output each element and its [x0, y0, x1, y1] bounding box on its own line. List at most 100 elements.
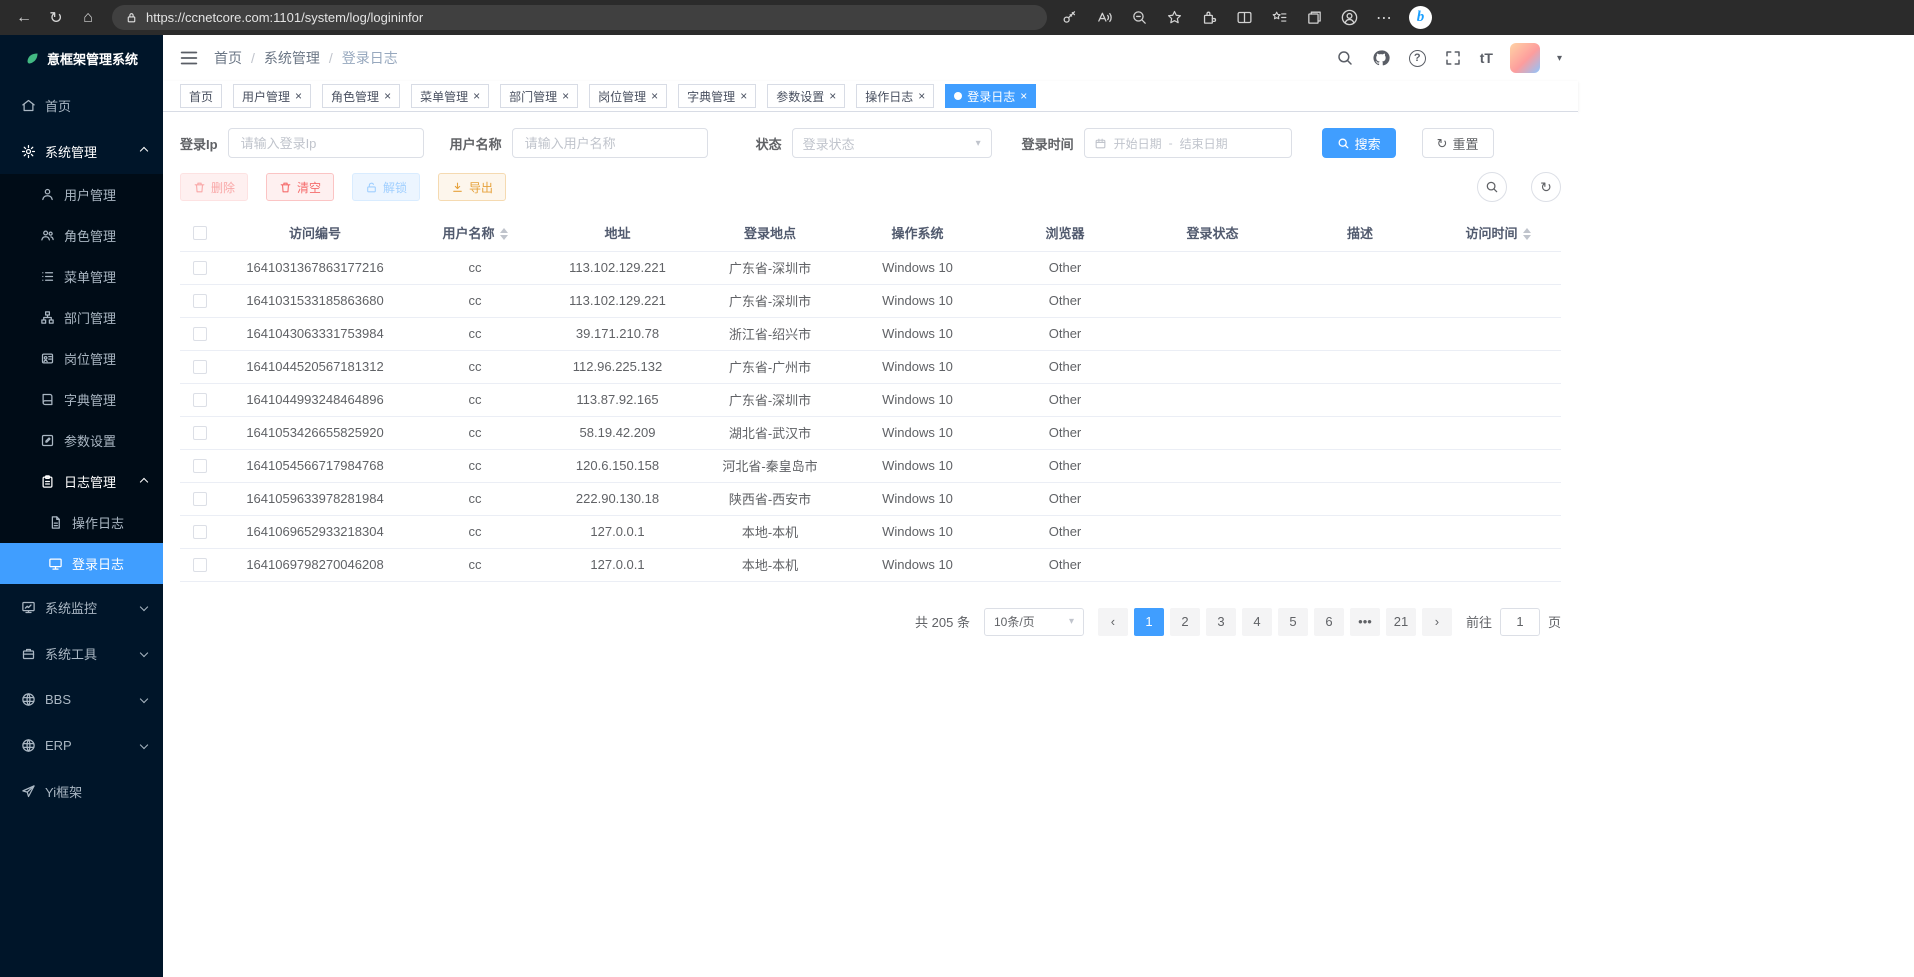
- browser-back-button[interactable]: ←: [8, 4, 40, 32]
- sidebar-item-loginlog[interactable]: 登录日志: [0, 543, 163, 584]
- sidebar-item-monitor[interactable]: 系统监控: [0, 584, 163, 630]
- sidebar-item-menu[interactable]: 菜单管理: [0, 256, 163, 297]
- zoom-icon[interactable]: [1129, 8, 1149, 28]
- cell-browser: Other: [990, 350, 1140, 383]
- page-size-select[interactable]: 10条/页 ▾: [984, 608, 1084, 636]
- tab-operlog[interactable]: 操作日志×: [856, 84, 934, 108]
- tab-close-icon[interactable]: ×: [295, 90, 302, 102]
- extensions-icon[interactable]: [1199, 8, 1219, 28]
- sidebar-item-dept[interactable]: 部门管理: [0, 297, 163, 338]
- row-checkbox[interactable]: [193, 360, 207, 374]
- sidebar-item-param[interactable]: 参数设置: [0, 420, 163, 461]
- tab-close-icon[interactable]: ×: [918, 90, 925, 102]
- tab-role[interactable]: 角色管理×: [322, 84, 400, 108]
- split-screen-icon[interactable]: [1234, 8, 1254, 28]
- sidebar-toggle-button[interactable]: [178, 47, 200, 69]
- sidebar-item-home[interactable]: 首页: [0, 82, 163, 128]
- delete-button[interactable]: 删除: [180, 173, 248, 201]
- tab-close-icon[interactable]: ×: [829, 90, 836, 102]
- sidebar-item-tool[interactable]: 系统工具: [0, 630, 163, 676]
- tab-close-icon[interactable]: ×: [384, 90, 391, 102]
- tab-loginlog-active[interactable]: 登录日志×: [945, 84, 1036, 108]
- goto-page-input[interactable]: [1500, 608, 1540, 636]
- app-logo[interactable]: 意框架管理系统: [0, 35, 163, 82]
- tab-close-icon[interactable]: ×: [651, 90, 658, 102]
- refresh-table-button[interactable]: ↻: [1531, 172, 1561, 202]
- sidebar-item-bbs[interactable]: BBS: [0, 676, 163, 722]
- reset-button[interactable]: ↻ 重置: [1422, 128, 1494, 158]
- next-page-button[interactable]: ›: [1422, 608, 1452, 636]
- unlock-button[interactable]: 解锁: [352, 173, 420, 201]
- browser-settings-more-icon[interactable]: ⋯: [1374, 8, 1394, 28]
- sidebar-item-post[interactable]: 岗位管理: [0, 338, 163, 379]
- row-checkbox[interactable]: [193, 525, 207, 539]
- page-button-2[interactable]: 2: [1170, 608, 1200, 636]
- sidebar-item-erp[interactable]: ERP: [0, 722, 163, 768]
- add-favorite-icon[interactable]: [1164, 8, 1184, 28]
- font-size-icon[interactable]: tT: [1480, 50, 1493, 66]
- row-checkbox[interactable]: [193, 327, 207, 341]
- tab-close-icon[interactable]: ×: [740, 90, 747, 102]
- sidebar-item-yi[interactable]: Yi框架: [0, 768, 163, 814]
- row-checkbox[interactable]: [193, 294, 207, 308]
- sort-carets[interactable]: [1523, 228, 1531, 240]
- export-button[interactable]: 导出: [438, 173, 506, 201]
- search-icon[interactable]: [1336, 49, 1355, 68]
- date-range-picker[interactable]: 开始日期 - 结束日期: [1084, 128, 1292, 158]
- read-aloud-icon[interactable]: [1094, 8, 1114, 28]
- fullscreen-icon[interactable]: [1444, 49, 1463, 68]
- row-checkbox[interactable]: [193, 459, 207, 473]
- tab-menu[interactable]: 菜单管理×: [411, 84, 489, 108]
- tab-close-icon[interactable]: ×: [1020, 90, 1027, 102]
- login-ip-input[interactable]: [228, 128, 424, 158]
- page-button-6[interactable]: 6: [1314, 608, 1344, 636]
- user-avatar[interactable]: [1510, 43, 1540, 73]
- avatar-caret-icon[interactable]: ▾: [1557, 53, 1562, 64]
- password-key-icon[interactable]: [1059, 8, 1079, 28]
- sidebar-item-log[interactable]: 日志管理: [0, 461, 163, 502]
- page-button-5[interactable]: 5: [1278, 608, 1308, 636]
- row-checkbox[interactable]: [193, 492, 207, 506]
- address-bar[interactable]: https://ccnetcore.com:1101/system/log/lo…: [112, 5, 1047, 30]
- sort-carets[interactable]: [500, 228, 508, 240]
- tab-close-icon[interactable]: ×: [473, 90, 480, 102]
- row-checkbox[interactable]: [193, 261, 207, 275]
- user-name-input[interactable]: [512, 128, 708, 158]
- status-select[interactable]: 登录状态 ▾: [792, 128, 992, 158]
- help-icon[interactable]: ?: [1408, 49, 1427, 68]
- sidebar-item-dict[interactable]: 字典管理: [0, 379, 163, 420]
- prev-page-button[interactable]: ‹: [1098, 608, 1128, 636]
- tab-user[interactable]: 用户管理×: [233, 84, 311, 108]
- sidebar-item-system[interactable]: 系统管理: [0, 128, 163, 174]
- browser-profile-icon[interactable]: [1339, 8, 1359, 28]
- breadcrumb-item[interactable]: 系统管理: [264, 48, 320, 68]
- tab-dept[interactable]: 部门管理×: [500, 84, 578, 108]
- browser-reload-button[interactable]: ↻: [40, 4, 72, 32]
- favorites-icon[interactable]: [1269, 8, 1289, 28]
- select-all-checkbox[interactable]: [193, 226, 207, 240]
- page-button-1[interactable]: 1: [1134, 608, 1164, 636]
- sidebar-item-operlog[interactable]: 操作日志: [0, 502, 163, 543]
- row-checkbox[interactable]: [193, 558, 207, 572]
- clear-button[interactable]: 清空: [266, 173, 334, 201]
- browser-home-button[interactable]: ⌂: [72, 4, 104, 32]
- row-checkbox[interactable]: [193, 393, 207, 407]
- tab-post[interactable]: 岗位管理×: [589, 84, 667, 108]
- collections-icon[interactable]: [1304, 8, 1324, 28]
- github-icon[interactable]: [1372, 49, 1391, 68]
- page-button-21[interactable]: 21: [1386, 608, 1416, 636]
- bing-chat-icon[interactable]: b: [1409, 6, 1432, 29]
- row-checkbox[interactable]: [193, 426, 207, 440]
- more-pages-button[interactable]: •••: [1350, 608, 1380, 636]
- tab-param[interactable]: 参数设置×: [767, 84, 845, 108]
- tab-dict[interactable]: 字典管理×: [678, 84, 756, 108]
- tab-close-icon[interactable]: ×: [562, 90, 569, 102]
- sidebar-item-user[interactable]: 用户管理: [0, 174, 163, 215]
- breadcrumb-item[interactable]: 首页: [214, 48, 242, 68]
- page-button-3[interactable]: 3: [1206, 608, 1236, 636]
- page-button-4[interactable]: 4: [1242, 608, 1272, 636]
- tab-home[interactable]: 首页: [180, 84, 222, 108]
- sidebar-item-role[interactable]: 角色管理: [0, 215, 163, 256]
- search-button[interactable]: 搜索: [1322, 128, 1396, 158]
- toggle-search-button[interactable]: [1477, 172, 1507, 202]
